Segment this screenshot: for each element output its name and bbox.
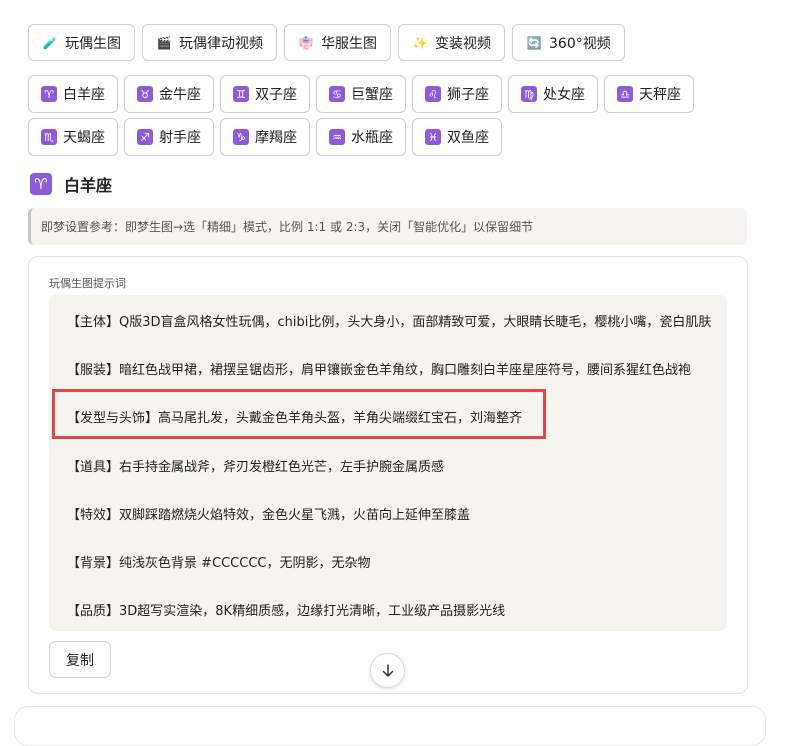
settings-tip-text: 即梦设置参考：即梦生图→选「精细」模式，比例 1:1 或 2:3，关闭「智能优化… xyxy=(41,220,534,234)
scorpio-icon: ♏ xyxy=(41,129,57,145)
prompt-line-hair: 【发型与头饰】高马尾扎发，头戴金色羊角头盔，羊角尖端缀红宝石，刘海整齐 xyxy=(67,411,523,426)
copy-button[interactable]: 复制 xyxy=(49,641,111,678)
zodiac-button-libra[interactable]: ♎ 天秤座 xyxy=(604,75,694,113)
sagittarius-icon: ♐ xyxy=(137,129,153,145)
tab-360-video[interactable]: 🔄 360°视频 xyxy=(512,24,625,61)
zodiac-button-sagittarius[interactable]: ♐ 射手座 xyxy=(124,118,214,156)
tab-label: 变装视频 xyxy=(435,35,491,52)
tab-label: 玩偶生图 xyxy=(65,35,121,52)
tab-label: 玩偶律动视频 xyxy=(179,35,263,52)
zodiac-label: 金牛座 xyxy=(159,87,201,103)
arrow-down-icon xyxy=(382,663,393,677)
prompt-line-props: 【道具】右手持金属战斧，斧刃发橙红色光芒，左手护腕金属质感 xyxy=(67,460,445,475)
zodiac-label: 摩羯座 xyxy=(255,130,297,146)
taurus-icon: ♉ xyxy=(137,86,153,102)
mode-tabs: 🧪 玩偶生图 🎬 玩偶律动视频 👘 华服生图 ✨ 变装视频 🔄 360°视频 xyxy=(28,24,625,61)
tab-costume-change-video[interactable]: ✨ 变装视频 xyxy=(398,24,505,61)
tab-label: 360°视频 xyxy=(549,35,611,52)
zodiac-button-gemini[interactable]: ♊ 双子座 xyxy=(220,75,310,113)
gemini-icon: ♊ xyxy=(233,86,249,102)
hanfu-icon: 👘 xyxy=(298,35,314,50)
prompt-line-effects: 【特效】双脚踩踏燃烧火焰特效，金色火星飞溅，火苗向上延伸至膝盖 xyxy=(67,508,471,523)
zodiac-button-leo[interactable]: ♌ 狮子座 xyxy=(412,75,502,113)
clapperboard-icon: 🎬 xyxy=(156,35,172,50)
zodiac-label: 射手座 xyxy=(159,130,201,146)
zodiac-list-row-2: ♏ 天蝎座 ♐ 射手座 ♑ 摩羯座 ♒ 水瓶座 ♓ 双鱼座 xyxy=(28,118,502,156)
scroll-down-button[interactable] xyxy=(370,653,405,688)
aquarius-icon: ♒ xyxy=(329,129,345,145)
zodiac-label: 狮子座 xyxy=(447,87,489,103)
zodiac-button-capricorn[interactable]: ♑ 摩羯座 xyxy=(220,118,310,156)
zodiac-button-aquarius[interactable]: ♒ 水瓶座 xyxy=(316,118,406,156)
zodiac-button-scorpio[interactable]: ♏ 天蝎座 xyxy=(28,118,118,156)
capricorn-icon: ♑ xyxy=(233,129,249,145)
zodiac-label: 巨蟹座 xyxy=(351,87,393,103)
tab-label: 华服生图 xyxy=(321,35,377,52)
prompt-line-subject: 【主体】Q版3D盲盒风格女性玩偶，chibi比例，头大身小，面部精致可爱，大眼睛… xyxy=(67,315,712,330)
prompt-text-box: 【主体】Q版3D盲盒风格女性玩偶，chibi比例，头大身小，面部精致可爱，大眼睛… xyxy=(49,295,727,631)
prompt-line-background: 【背景】纯浅灰色背景 #CCCCCC，无阴影，无杂物 xyxy=(67,556,371,571)
zodiac-button-pisces[interactable]: ♓ 双鱼座 xyxy=(412,118,502,156)
selected-zodiac-title: 白羊座 xyxy=(64,176,113,195)
rotate-icon: 🔄 xyxy=(526,35,542,50)
prompt-line-quality: 【品质】3D超写实渲染，8K精细质感，边缘打光清晰，工业级产品摄影光线 xyxy=(67,604,506,619)
sparkles-icon: ✨ xyxy=(412,35,428,50)
zodiac-button-aries[interactable]: ♈ 白羊座 xyxy=(28,75,118,113)
tab-doll-image[interactable]: 🧪 玩偶生图 xyxy=(28,24,135,61)
settings-tip: 即梦设置参考：即梦生图→选「精细」模式，比例 1:1 或 2:3，关闭「智能优化… xyxy=(28,208,747,245)
zodiac-label: 双子座 xyxy=(255,87,297,103)
zodiac-button-cancer[interactable]: ♋ 巨蟹座 xyxy=(316,75,406,113)
tab-doll-dance-video[interactable]: 🎬 玩偶律动视频 xyxy=(142,24,277,61)
zodiac-label: 处女座 xyxy=(543,87,585,103)
pisces-icon: ♓ xyxy=(425,129,441,145)
virgo-icon: ♍ xyxy=(521,86,537,102)
zodiac-label: 天秤座 xyxy=(639,87,681,103)
zodiac-button-virgo[interactable]: ♍ 处女座 xyxy=(508,75,598,113)
next-card xyxy=(14,706,766,746)
tab-hanfu-image[interactable]: 👘 华服生图 xyxy=(284,24,391,61)
leo-icon: ♌ xyxy=(425,86,441,102)
zodiac-list-row-1: ♈ 白羊座 ♉ 金牛座 ♊ 双子座 ♋ 巨蟹座 ♌ 狮子座 ♍ 处女座 ♎ 天秤… xyxy=(28,75,694,113)
cancer-icon: ♋ xyxy=(329,86,345,102)
prompt-card: 玩偶生图提示词 【主体】Q版3D盲盒风格女性玩偶，chibi比例，头大身小，面部… xyxy=(28,256,748,694)
flask-icon: 🧪 xyxy=(42,35,58,50)
zodiac-label: 天蝎座 xyxy=(63,130,105,146)
zodiac-label: 双鱼座 xyxy=(447,130,489,146)
aries-icon: ♈ xyxy=(41,86,57,102)
zodiac-label: 水瓶座 xyxy=(351,130,393,146)
aries-icon: ♈ xyxy=(30,173,52,195)
zodiac-label: 白羊座 xyxy=(63,87,105,103)
prompt-card-label: 玩偶生图提示词 xyxy=(49,277,126,290)
libra-icon: ♎ xyxy=(617,86,633,102)
prompt-line-costume: 【服装】暗红色战甲裙，裙摆呈锯齿形，肩甲镶嵌金色羊角纹，胸口雕刻白羊座星座符号，… xyxy=(67,363,692,378)
selected-zodiac-header: ♈ 白羊座 xyxy=(30,172,112,196)
zodiac-button-taurus[interactable]: ♉ 金牛座 xyxy=(124,75,214,113)
